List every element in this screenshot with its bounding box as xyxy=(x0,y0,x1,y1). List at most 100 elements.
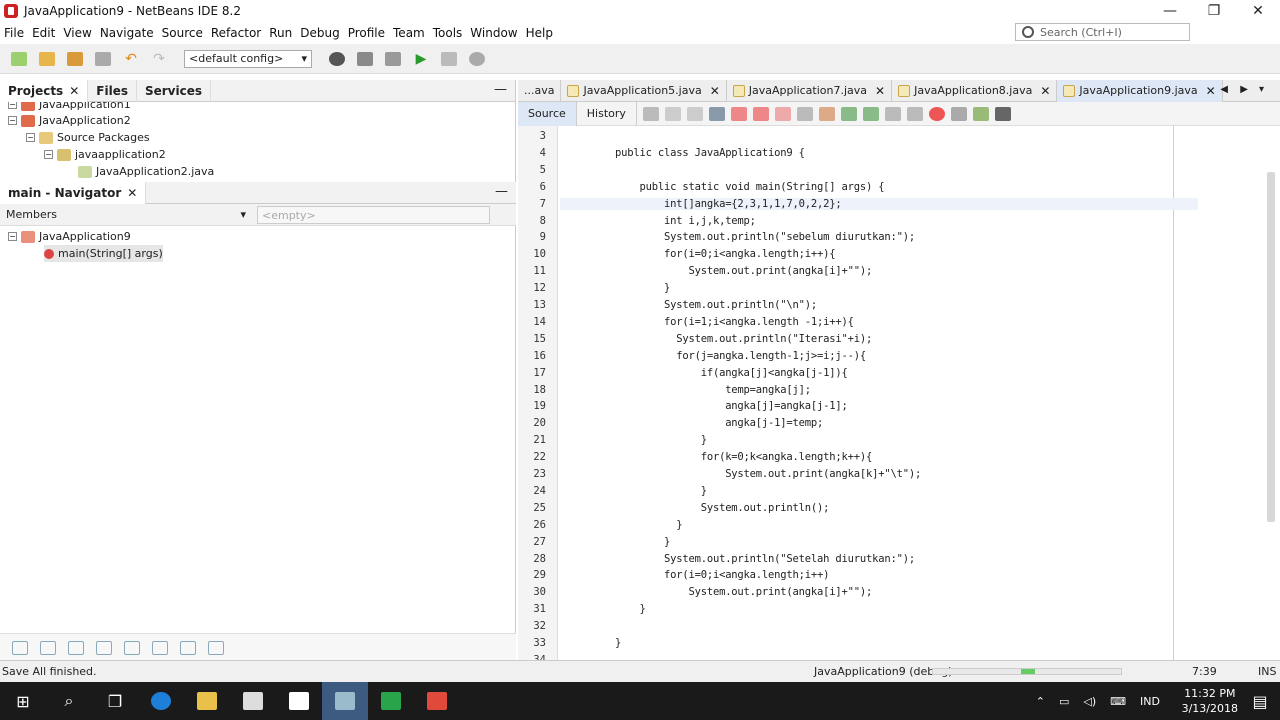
filter-icon[interactable] xyxy=(68,640,84,655)
menu-file[interactable]: File xyxy=(0,26,28,40)
last-edit-icon[interactable] xyxy=(642,106,659,121)
code-line[interactable]: angka[j-1]=temp; xyxy=(615,417,823,429)
menu-profile[interactable]: Profile xyxy=(344,26,389,40)
close-button[interactable]: ✕ xyxy=(1236,0,1280,22)
scroll-right-icon[interactable]: ▶ xyxy=(1240,84,1248,95)
run-button[interactable]: ▶ xyxy=(410,49,432,69)
toggle-highlight-icon[interactable] xyxy=(796,106,813,121)
find-next-icon[interactable] xyxy=(752,106,769,121)
tree-item[interactable]: − javaapplication2 xyxy=(44,146,166,163)
new-project-button[interactable] xyxy=(36,49,58,69)
close-icon[interactable]: ✕ xyxy=(875,84,885,98)
history-mode-button[interactable]: History xyxy=(577,101,637,126)
clean-build-button[interactable] xyxy=(382,49,404,69)
menu-run[interactable]: Run xyxy=(265,26,296,40)
notification-button[interactable]: ▤ xyxy=(1240,682,1280,720)
editor-tab-active[interactable]: JavaApplication9.java ✕ xyxy=(1057,79,1223,102)
tab-projects[interactable]: Projects ✕ xyxy=(0,79,89,102)
search-input[interactable]: Search (Ctrl+I) xyxy=(1015,23,1190,41)
keyboard-icon[interactable]: ⌨ xyxy=(1110,695,1126,708)
close-icon[interactable]: ✕ xyxy=(710,84,720,98)
menu-edit[interactable]: Edit xyxy=(28,26,59,40)
shift-left-icon[interactable] xyxy=(884,106,901,121)
tab-services[interactable]: Services xyxy=(137,79,212,102)
clock[interactable]: 11:32 PM 3/13/2018 xyxy=(1182,686,1238,716)
collapse-icon[interactable]: − xyxy=(8,102,17,109)
language-indicator[interactable]: IND xyxy=(1140,695,1160,708)
tab-navigator[interactable]: main - Navigator ✕ xyxy=(0,181,147,204)
code-area[interactable]: public class JavaApplication9 { public s… xyxy=(560,126,1260,660)
comment-icon[interactable] xyxy=(972,106,989,121)
tree-item[interactable]: main(String[] args) xyxy=(44,245,163,262)
tab-files[interactable]: Files xyxy=(88,79,137,102)
code-line[interactable]: System.out.println("\n"); xyxy=(615,299,817,311)
profile-button[interactable] xyxy=(466,49,488,69)
app-button[interactable] xyxy=(414,682,460,720)
maximize-button[interactable]: ❐ xyxy=(1192,0,1236,22)
code-line[interactable]: } xyxy=(615,485,707,497)
code-line[interactable]: } xyxy=(615,434,707,446)
mail-button[interactable] xyxy=(276,682,322,720)
menu-debug[interactable]: Debug xyxy=(296,26,343,40)
uncomment-icon[interactable] xyxy=(994,106,1011,121)
filter-icon[interactable] xyxy=(40,640,56,655)
editor-tab[interactable]: ...ava xyxy=(518,79,562,102)
back-icon[interactable] xyxy=(664,106,681,121)
find-previous-icon[interactable] xyxy=(730,106,747,121)
code-line[interactable]: int i,j,k,temp; xyxy=(615,215,756,227)
code-line[interactable]: angka[j]=angka[j-1]; xyxy=(615,400,848,412)
source-mode-button[interactable]: Source xyxy=(518,101,577,126)
vertical-scrollbar[interactable] xyxy=(1266,132,1276,652)
find-selection-icon[interactable] xyxy=(774,106,791,121)
close-icon[interactable]: ✕ xyxy=(1040,84,1050,98)
tree-item[interactable]: − JavaApplication2 xyxy=(8,112,131,129)
tree-item[interactable]: − JavaApplication9 xyxy=(8,228,131,245)
minimize-panel-icon[interactable]: — xyxy=(495,184,508,199)
editor-tab[interactable]: JavaApplication8.java ✕ xyxy=(892,79,1058,102)
filter-icon[interactable] xyxy=(12,640,28,655)
members-select[interactable]: Members ▾ xyxy=(0,208,252,221)
collapse-icon[interactable]: − xyxy=(8,232,17,241)
chevron-up-icon[interactable]: ⌃ xyxy=(1036,695,1045,708)
filter-icon[interactable] xyxy=(96,640,112,655)
collapse-icon[interactable]: − xyxy=(44,150,53,159)
code-line[interactable]: } xyxy=(615,536,670,548)
close-icon[interactable]: ✕ xyxy=(127,186,137,200)
save-all-button[interactable] xyxy=(92,49,114,69)
scrollbar-thumb[interactable] xyxy=(1267,172,1275,522)
collapse-icon[interactable]: − xyxy=(26,133,35,142)
code-line[interactable]: } xyxy=(615,519,682,531)
shift-right-icon[interactable] xyxy=(906,106,923,121)
explorer-button[interactable] xyxy=(184,682,230,720)
code-line[interactable]: System.out.print(angka[i]+""); xyxy=(615,265,872,277)
code-line[interactable]: System.out.println("Iterasi"+i); xyxy=(615,333,872,345)
app-button[interactable] xyxy=(368,682,414,720)
previous-bookmark-icon[interactable] xyxy=(818,106,835,121)
code-line[interactable]: System.out.println("sebelum diurutkan:")… xyxy=(615,231,915,243)
menu-refactor[interactable]: Refactor xyxy=(207,26,265,40)
filter-icon[interactable] xyxy=(124,640,140,655)
toggle-bookmark-icon[interactable] xyxy=(862,106,879,121)
start-macro-icon[interactable] xyxy=(928,106,945,121)
minimize-button[interactable]: — xyxy=(1148,0,1192,22)
redo-button[interactable]: ↷ xyxy=(148,49,170,69)
code-line[interactable]: for(j=angka.length-1;j>=i;j--){ xyxy=(615,350,866,362)
code-line[interactable]: System.out.print(angka[i]+""); xyxy=(615,586,872,598)
filter-icon[interactable] xyxy=(152,640,168,655)
code-line[interactable]: } xyxy=(615,637,621,649)
code-line[interactable]: public static void main(String[] args) { xyxy=(615,181,884,193)
menu-tools[interactable]: Tools xyxy=(429,26,467,40)
menu-team[interactable]: Team xyxy=(389,26,429,40)
tree-item[interactable]: JavaApplication2.java xyxy=(78,163,214,180)
open-project-button[interactable] xyxy=(64,49,86,69)
menu-window[interactable]: Window xyxy=(466,26,521,40)
editor-tab[interactable]: JavaApplication5.java ✕ xyxy=(561,79,727,102)
code-line[interactable]: for(k=0;k<angka.length;k++){ xyxy=(615,451,873,463)
code-line[interactable]: public class JavaApplication9 { xyxy=(615,147,805,159)
close-icon[interactable]: ✕ xyxy=(69,84,79,98)
tree-item[interactable]: − Source Packages xyxy=(26,129,150,146)
menu-source[interactable]: Source xyxy=(158,26,207,40)
code-line[interactable]: for(i=1;i<angka.length -1;i++){ xyxy=(615,316,854,328)
volume-icon[interactable]: ◁) xyxy=(1083,695,1096,708)
debug-button[interactable] xyxy=(438,49,460,69)
